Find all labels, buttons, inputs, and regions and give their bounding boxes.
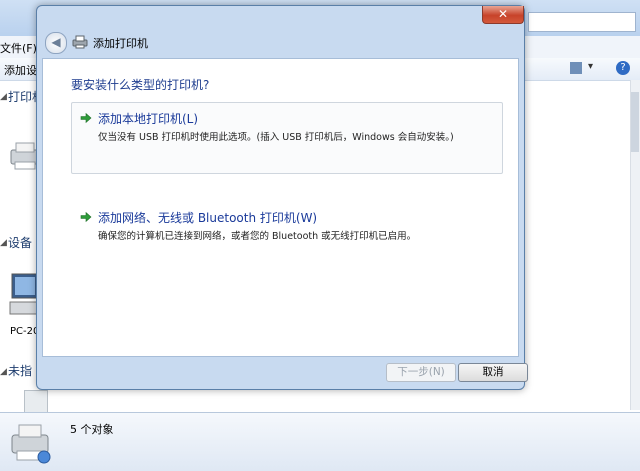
add-local-printer-option[interactable]: 添加本地打印机(L) 仅当没有 USB 打印机时使用此选项。(插入 USB 打印…: [71, 102, 503, 174]
close-button[interactable]: ✕: [482, 6, 524, 24]
object-count: 5 个对象: [70, 423, 114, 436]
option-description: 仅当没有 USB 打印机时使用此选项。(插入 USB 打印机后，Windows …: [98, 132, 454, 143]
collapse-arrow-icon[interactable]: ◢: [0, 367, 7, 377]
add-printer-dialog: ✕ ◀ 添加打印机 要安装什么类型的打印机? 添加本地打印机(L) 仅当没有 U…: [36, 5, 528, 390]
dialog-title: 添加打印机: [93, 37, 148, 50]
collapse-arrow-icon[interactable]: ◢: [0, 92, 7, 102]
dialog-footer: 下一步(N) 取消: [42, 358, 528, 386]
add-network-printer-option[interactable]: 添加网络、无线或 Bluetooth 打印机(W) 确保您的计算机已连接到网络，…: [71, 201, 503, 247]
section-devices: 设备: [8, 236, 33, 250]
dialog-header: ◀ 添加打印机: [45, 32, 515, 54]
printer-icon: [72, 35, 88, 49]
chevron-down-icon[interactable]: ▾: [588, 61, 593, 72]
add-device-button[interactable]: 添加设: [4, 62, 37, 78]
option-description: 确保您的计算机已连接到网络，或者您的 Bluetooth 或无线打印机已启用。: [98, 231, 417, 242]
green-arrow-icon: [80, 211, 92, 223]
search-input[interactable]: [528, 12, 636, 32]
device-thumbnail[interactable]: [24, 390, 48, 414]
device-label: PC-20: [10, 326, 40, 337]
back-button[interactable]: ◀: [45, 32, 67, 54]
next-button[interactable]: 下一步(N): [386, 363, 456, 382]
section-unspecified: 未指: [8, 364, 33, 378]
help-icon[interactable]: ?: [616, 61, 630, 75]
close-icon: ✕: [497, 7, 509, 21]
menu-file[interactable]: 文件(F): [0, 40, 37, 56]
page-title: 要安装什么类型的打印机?: [71, 78, 210, 92]
collapse-arrow-icon[interactable]: ◢: [0, 238, 7, 248]
details-pane: 5 个对象: [0, 412, 640, 471]
dialog-body: 要安装什么类型的打印机? 添加本地打印机(L) 仅当没有 USB 打印机时使用此…: [42, 58, 519, 357]
option-title: 添加网络、无线或 Bluetooth 打印机(W): [98, 211, 318, 225]
option-title: 添加本地打印机(L): [98, 112, 199, 126]
printer-icon: [11, 424, 51, 464]
scrollbar-thumb[interactable]: [631, 92, 639, 152]
back-arrow-icon: ◀: [51, 35, 61, 49]
cancel-button[interactable]: 取消: [458, 363, 528, 382]
view-options-icon[interactable]: [570, 62, 582, 74]
green-arrow-icon: [80, 112, 92, 124]
